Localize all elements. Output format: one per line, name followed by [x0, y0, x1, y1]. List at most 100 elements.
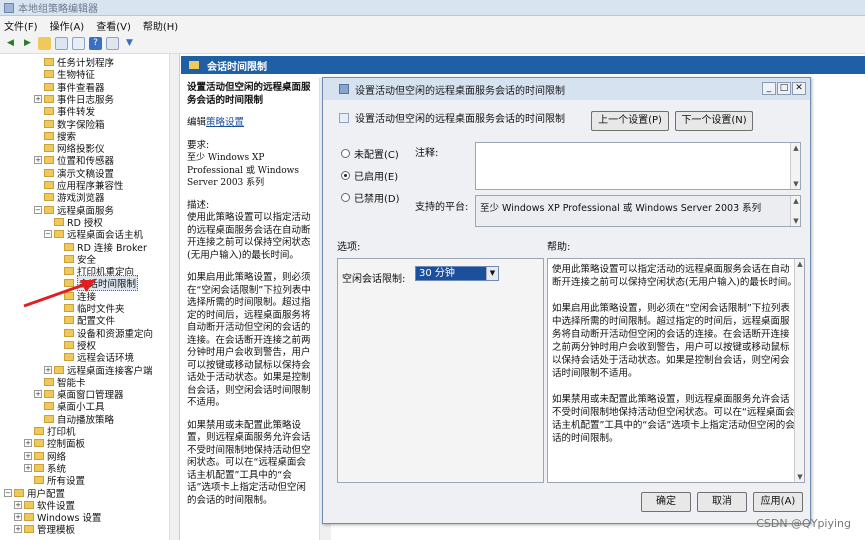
- expand-toggle-icon[interactable]: +: [24, 451, 32, 460]
- expand-toggle-icon[interactable]: −: [4, 488, 12, 497]
- tree-item[interactable]: + 系统: [24, 462, 66, 475]
- radio-enabled-dot[interactable]: [341, 171, 350, 180]
- dialog-title: 设置活动但空闲的远程桌面服务会话的时间限制: [355, 85, 565, 97]
- tree-item[interactable]: 任务计划程序: [34, 56, 114, 69]
- tree-item[interactable]: 所有设置: [24, 474, 85, 487]
- expand-toggle-icon[interactable]: +: [14, 513, 22, 522]
- radio-disabled-dot[interactable]: [341, 193, 350, 202]
- category-header-label: 会话时间限制: [207, 61, 267, 73]
- menu-help[interactable]: 帮助(H): [143, 18, 178, 33]
- folder-icon: [24, 500, 34, 509]
- tree-item[interactable]: + 控制面板: [24, 437, 85, 450]
- folder-icon: [54, 230, 64, 239]
- options-panel: 空闲会话限制:: [337, 258, 544, 483]
- tree-item[interactable]: 搜索: [34, 130, 76, 143]
- help-scrollbar[interactable]: ▲ ▼: [794, 259, 804, 482]
- window-title: 本地组策略编辑器: [18, 4, 98, 15]
- help-p3: 如果禁用或未配置此策略设置，则远程桌面服务允许会话不受时间限制地保持活动但空闲状…: [552, 394, 795, 444]
- tree-item[interactable]: RD 连接 Broker: [54, 241, 147, 254]
- tree-item[interactable]: 远程会话环境: [54, 351, 134, 364]
- tree-item[interactable]: 授权: [54, 339, 96, 352]
- expand-toggle-icon[interactable]: +: [34, 94, 42, 103]
- folder-icon: [44, 377, 54, 386]
- tree-item[interactable]: 应用程序兼容性: [34, 179, 124, 192]
- comment-scrollbar[interactable]: ▲ ▼: [790, 143, 800, 189]
- expand-toggle-icon[interactable]: +: [24, 439, 32, 448]
- folder-icon: [14, 488, 24, 497]
- tree-item[interactable]: 演示文稿设置: [34, 167, 114, 180]
- supported-scrollbar[interactable]: ▲ ▼: [790, 196, 800, 226]
- edit-policy-link[interactable]: 策略设置: [206, 117, 244, 128]
- tree-scrollbar[interactable]: [169, 54, 179, 540]
- tree-item[interactable]: 事件查看器: [34, 81, 105, 94]
- forward-icon[interactable]: ▶: [21, 37, 34, 50]
- folder-icon: [44, 82, 54, 91]
- properties-icon[interactable]: [106, 37, 119, 50]
- tree-item[interactable]: RD 授权: [44, 216, 103, 229]
- close-icon[interactable]: ✕: [792, 82, 806, 95]
- tree-item[interactable]: 安全: [54, 253, 96, 266]
- tree-item[interactable]: + 桌面窗口管理器: [34, 388, 124, 401]
- tree-item[interactable]: 事件转发: [34, 105, 95, 118]
- folder-icon: [44, 131, 54, 140]
- tree-item[interactable]: 数字保险箱: [34, 118, 105, 131]
- folder-icon: [64, 353, 74, 362]
- red-arrow-annotation: [23, 280, 96, 308]
- expand-toggle-icon[interactable]: +: [34, 156, 42, 165]
- back-icon[interactable]: ◀: [4, 37, 17, 50]
- ok-button[interactable]: 确定: [641, 492, 691, 512]
- expand-toggle-icon[interactable]: +: [24, 463, 32, 472]
- folder-icon: [44, 402, 54, 411]
- expand-toggle-icon[interactable]: +: [14, 500, 22, 509]
- expand-toggle-icon[interactable]: −: [34, 205, 42, 214]
- expand-toggle-icon[interactable]: +: [34, 390, 42, 399]
- menu-view[interactable]: 查看(V): [96, 18, 131, 33]
- tree-item[interactable]: + Windows 设置: [14, 511, 101, 524]
- supported-platforms-value: 至少 Windows XP Professional 或 Windows Ser…: [480, 203, 762, 214]
- expand-toggle-icon[interactable]: +: [44, 365, 52, 374]
- filter-icon[interactable]: ▼: [123, 37, 136, 50]
- radio-disabled[interactable]: 已禁用(D): [341, 190, 400, 205]
- tree-item[interactable]: + 网络: [24, 450, 66, 463]
- folder-icon: [189, 61, 199, 69]
- tree-item[interactable]: + 软件设置: [14, 499, 75, 512]
- cancel-button[interactable]: 取消: [697, 492, 747, 512]
- tree-item[interactable]: + 位置和传感器: [34, 154, 114, 167]
- radio-not-configured[interactable]: 未配置(C): [341, 146, 399, 161]
- menu-action[interactable]: 操作(A): [50, 18, 85, 33]
- folder-up-icon[interactable]: [38, 37, 51, 50]
- maximize-icon[interactable]: □: [777, 82, 791, 95]
- tree-item[interactable]: + 事件日志服务: [34, 93, 114, 106]
- next-setting-button[interactable]: 下一个设置(N): [675, 111, 753, 131]
- chevron-down-icon[interactable]: ▼: [486, 267, 498, 280]
- tree-item[interactable]: + 远程桌面连接客户端: [44, 364, 153, 377]
- radio-enabled[interactable]: 已启用(E): [341, 168, 398, 183]
- previous-setting-button[interactable]: 上一个设置(P): [591, 111, 669, 131]
- tree-item[interactable]: − 远程桌面会话主机: [44, 228, 143, 241]
- minimize-icon[interactable]: _: [762, 82, 776, 95]
- tree-item[interactable]: 游戏浏览器: [34, 191, 105, 204]
- tree-item[interactable]: − 用户配置: [4, 487, 65, 500]
- help-icon[interactable]: ?: [89, 37, 102, 50]
- expand-toggle-icon[interactable]: +: [14, 525, 22, 534]
- tree-item[interactable]: 自动播放策略: [34, 413, 114, 426]
- comment-textarea[interactable]: ▲ ▼: [475, 142, 801, 190]
- tree-item[interactable]: 网络投影仪: [34, 142, 105, 155]
- edit-policy-line: 编辑策略设置: [187, 117, 315, 130]
- radio-not-configured-dot[interactable]: [341, 149, 350, 158]
- idle-limit-dropdown[interactable]: 30 分钟 ▼: [415, 266, 499, 281]
- tree-item[interactable]: 配置文件: [54, 314, 115, 327]
- show-hide-tree-icon[interactable]: [55, 37, 68, 50]
- export-list-icon[interactable]: [72, 37, 85, 50]
- tree-item[interactable]: 打印机: [24, 425, 76, 438]
- tree-item[interactable]: 智能卡: [34, 376, 86, 389]
- tree-item[interactable]: 生物特征: [34, 68, 95, 81]
- tree-item[interactable]: 设备和资源重定向: [54, 327, 153, 340]
- apply-button[interactable]: 应用(A): [753, 492, 803, 512]
- tree-item[interactable]: + 管理模板: [14, 523, 75, 536]
- tree-item[interactable]: − 远程桌面服务: [34, 204, 114, 217]
- menu-file[interactable]: 文件(F): [4, 18, 38, 33]
- folder-icon: [64, 267, 74, 276]
- expand-toggle-icon[interactable]: −: [44, 230, 52, 239]
- tree-item[interactable]: 桌面小工具: [34, 400, 105, 413]
